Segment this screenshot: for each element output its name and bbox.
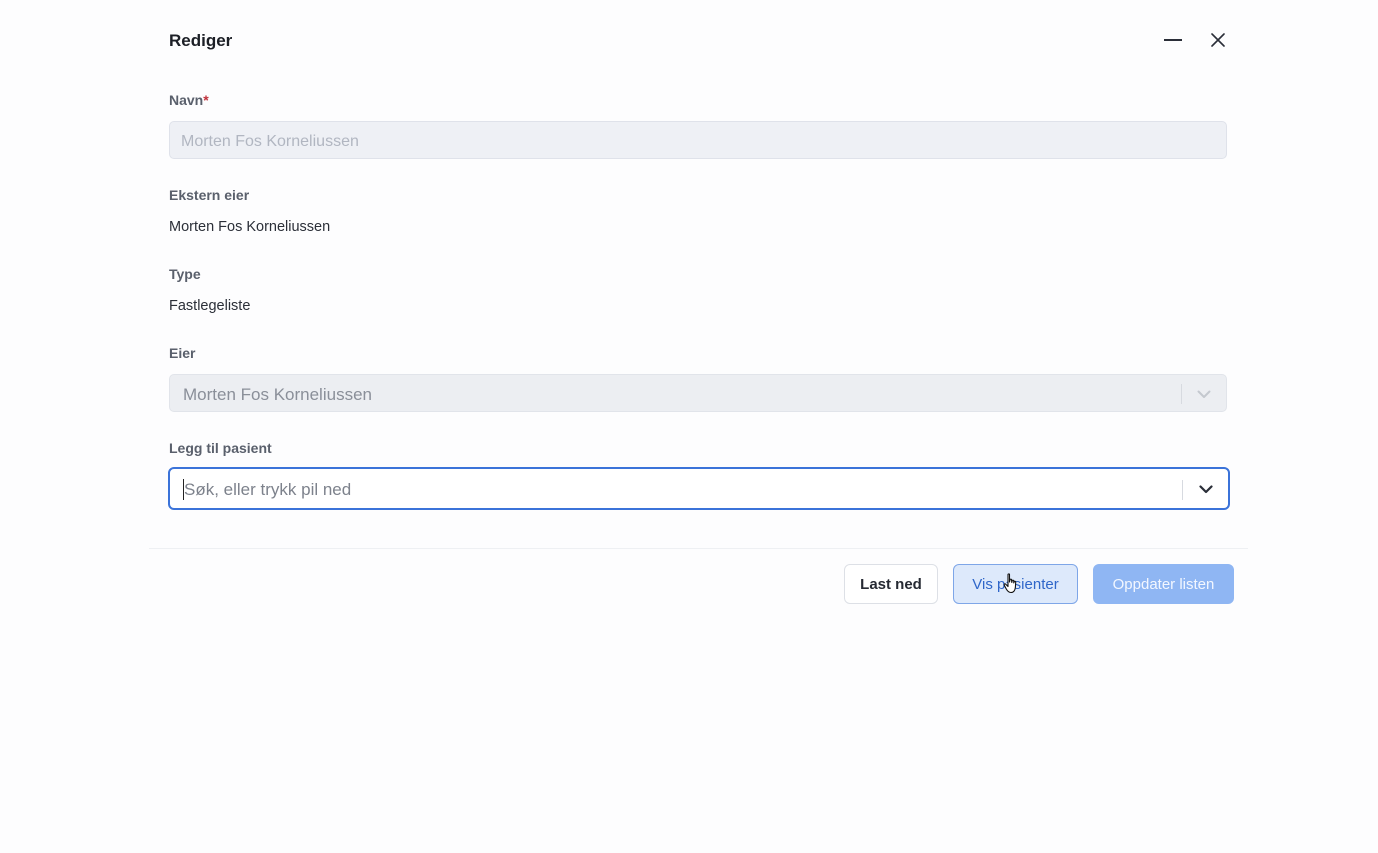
external-owner-label: Ekstern eier [169, 187, 250, 203]
required-marker: * [203, 92, 209, 108]
add-patient-search[interactable]: Søk, eller trykk pil ned [168, 467, 1230, 510]
add-patient-label: Legg til pasient [169, 440, 272, 456]
name-input[interactable]: Morten Fos Korneliussen [169, 121, 1227, 159]
close-button[interactable] [1204, 26, 1232, 54]
owner-label: Eier [169, 345, 196, 361]
minimize-icon [1164, 39, 1182, 41]
download-button[interactable]: Last ned [844, 564, 938, 604]
name-label: Navn* [169, 92, 209, 108]
select-separator [1182, 480, 1183, 500]
owner-select[interactable]: Morten Fos Korneliussen [169, 374, 1227, 412]
owner-select-value: Morten Fos Korneliussen [183, 385, 372, 404]
name-input-value: Morten Fos Korneliussen [181, 133, 359, 150]
dialog-title: Rediger [169, 31, 233, 50]
chevron-down-icon[interactable] [1194, 384, 1214, 404]
footer-divider [149, 548, 1248, 549]
type-value: Fastlegeliste [169, 298, 251, 314]
pointer-cursor-icon [1003, 573, 1017, 594]
minimize-button[interactable] [1159, 26, 1187, 54]
type-label: Type [169, 266, 201, 282]
name-label-text: Navn [169, 92, 204, 108]
add-patient-placeholder: Søk, eller trykk pil ned [184, 480, 352, 499]
close-icon [1211, 33, 1225, 47]
select-separator [1181, 384, 1182, 404]
external-owner-value: Morten Fos Korneliussen [169, 219, 331, 235]
update-list-button[interactable]: Oppdater listen [1093, 564, 1234, 604]
dialog-header: Rediger [149, 16, 1248, 66]
chevron-down-icon[interactable] [1196, 479, 1216, 499]
edit-dialog: Rediger Navn* Morten Fos Korneliussen Ek… [149, 16, 1248, 606]
